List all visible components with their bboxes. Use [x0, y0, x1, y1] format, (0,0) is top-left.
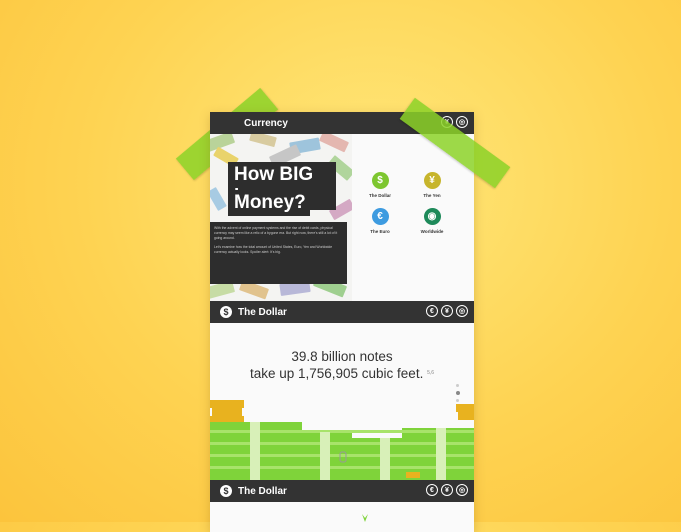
leaf-icon	[362, 514, 368, 522]
yen-icon: ¥	[423, 172, 441, 189]
globe-nav-icon[interactable]: ◎	[456, 484, 468, 496]
yen-nav-icon[interactable]: ¥	[441, 484, 453, 496]
footnote-marker: 5,6	[427, 370, 435, 376]
infographic-poster: $ Currency ¥ ◎ How BIG is Money? With th…	[210, 112, 474, 532]
yen-nav-icon[interactable]: ¥	[441, 305, 453, 317]
hero-paragraph-1: With the advent of online payment system…	[214, 226, 338, 240]
stats-line-1: 39.8 billion notes	[291, 349, 393, 364]
header-title: Currency	[244, 117, 288, 129]
section-title: The Dollar	[238, 485, 287, 497]
globe-nav-icon[interactable]: ◎	[456, 116, 468, 128]
currency-menu: $ The Dollar ¥ The Yen € The Euro ◉ Worl…	[360, 172, 470, 272]
globe-nav-icon[interactable]: ◎	[456, 305, 468, 317]
euro-icon: €	[371, 208, 389, 225]
dollar-badge-icon: $	[220, 485, 232, 497]
hero-section: How BIG is Money? With the advent of onl…	[210, 134, 352, 301]
menu-item-yen-label: The Yen	[423, 193, 441, 198]
stats-text: 39.8 billion notes take up 1,756,905 cub…	[210, 348, 474, 382]
hero-description: With the advent of online payment system…	[210, 222, 347, 284]
menu-item-yen[interactable]: ¥ The Yen	[412, 172, 452, 198]
menu-item-euro-label: The Euro	[370, 229, 390, 234]
menu-item-dollar-label: The Dollar	[368, 193, 391, 198]
globe-icon: ◉	[423, 208, 441, 225]
stats-line-2: take up 1,756,905 cubic feet.	[249, 366, 424, 381]
euro-nav-icon[interactable]: €	[426, 484, 438, 496]
cash-stack-illustration	[210, 400, 474, 480]
menu-item-euro[interactable]: € The Euro	[360, 208, 400, 234]
euro-nav-icon[interactable]: €	[426, 305, 438, 317]
menu-item-dollar[interactable]: $ The Dollar	[360, 172, 400, 198]
section-title: The Dollar	[238, 306, 287, 318]
section-bar-dollar-2: $ The Dollar € ¥ ◎	[210, 480, 474, 502]
dollar-badge-icon: $	[220, 306, 232, 318]
dollar-icon: $	[371, 172, 389, 189]
hero-title-line2: Money?	[228, 190, 310, 216]
menu-item-worldwide-label: Worldwide	[420, 229, 444, 234]
menu-item-worldwide[interactable]: ◉ Worldwide	[412, 208, 452, 234]
hero-paragraph-2: Let's examine how the total amount of Un…	[214, 245, 333, 254]
section-bar-dollar: $ The Dollar € ¥ ◎	[210, 301, 474, 323]
